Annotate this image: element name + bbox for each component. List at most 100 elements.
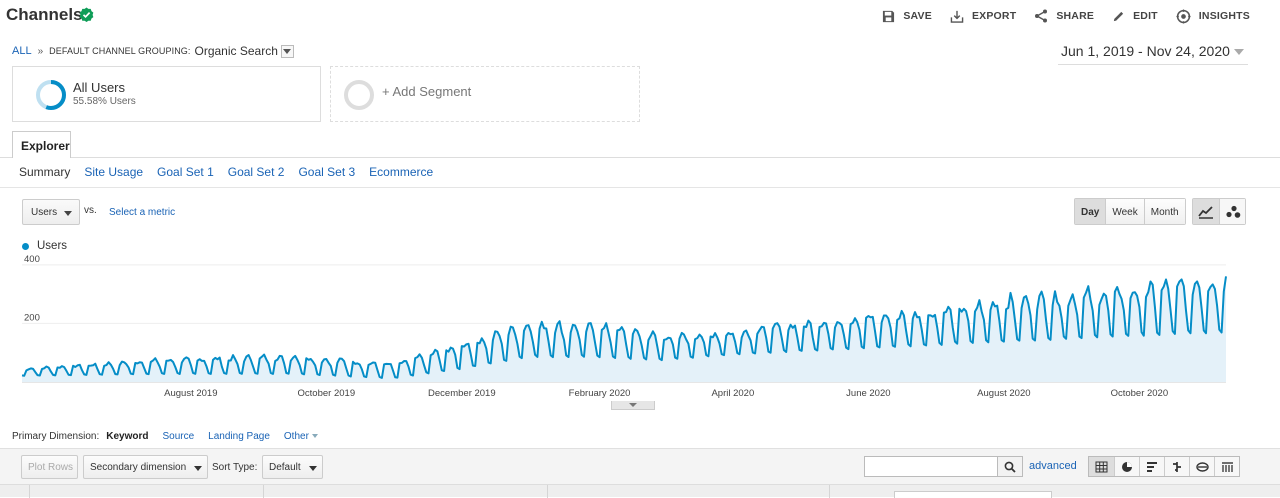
primary-dimension-bar: Primary Dimension: Keyword Source Landin…	[12, 431, 332, 442]
empty-segment-ring-icon	[344, 80, 374, 110]
legend-users-dot	[22, 242, 29, 250]
chevron-down-icon	[311, 434, 318, 439]
x-tick-label: October 2020	[1111, 388, 1169, 399]
sort-type-value: Default	[269, 462, 301, 473]
x-tick-label: February 2020	[569, 388, 631, 399]
comparison-view-button[interactable]	[1164, 457, 1189, 476]
column-divider	[29, 485, 30, 498]
tab-divider	[0, 157, 1280, 158]
share-icon	[1035, 9, 1048, 23]
pie-chart-icon	[1122, 461, 1132, 472]
x-tick-label: June 2020	[846, 388, 890, 399]
granularity-month-button[interactable]: Month	[1143, 199, 1185, 224]
users-over-time-chart: 200 400 August 2019 October 2019 December 2…	[21, 255, 1227, 399]
explorer-subtabs: Summary Site Usage Goal Set 1 Goal Set 2…	[19, 165, 447, 179]
primary-dimension-label: Primary Dimension:	[12, 431, 100, 442]
grid-table-icon	[1095, 461, 1108, 472]
share-label: SHARE	[1056, 10, 1095, 22]
comparison-icon	[1173, 461, 1181, 472]
term-cloud-icon	[1195, 461, 1209, 472]
secondary-dimension-dropdown[interactable]: Secondary dimension	[83, 455, 208, 479]
insights-button[interactable]: INSIGHTS	[1176, 8, 1250, 24]
granularity-week-button[interactable]: Week	[1105, 199, 1144, 224]
x-tick-label: April 2020	[711, 388, 754, 399]
top-bar: Channels SAVE EXPORT SHARE EDIT INSIGHTS	[0, 0, 1280, 32]
save-label: SAVE	[903, 10, 932, 22]
percentage-view-button[interactable]	[1114, 457, 1139, 476]
report-actions: SAVE EXPORT SHARE EDIT INSIGHTS	[864, 7, 1250, 25]
chevron-down-icon	[309, 466, 317, 471]
sort-type-label: Sort Type:	[212, 462, 258, 473]
subtab-goal-set-2[interactable]: Goal Set 2	[228, 165, 285, 179]
insights-icon	[1176, 8, 1191, 24]
x-tick-label: August 2020	[977, 388, 1030, 399]
add-segment-button[interactable]: + Add Segment	[330, 66, 640, 122]
pivot-view-button[interactable]	[1214, 457, 1239, 476]
dimension-keyword[interactable]: Keyword	[106, 431, 148, 442]
add-segment-label: + Add Segment	[382, 84, 472, 99]
subtab-ecommerce[interactable]: Ecommerce	[369, 165, 433, 179]
page-title: Channels	[6, 5, 83, 24]
granularity-day-button[interactable]: Day	[1075, 199, 1106, 224]
segment-all-users[interactable]: All Users 55.58% Users	[12, 66, 321, 122]
bubble-chart-icon	[1225, 205, 1240, 218]
line-chart-button[interactable]	[1193, 199, 1219, 224]
term-cloud-button[interactable]	[1189, 457, 1214, 476]
subtab-divider	[0, 187, 1280, 188]
performance-view-button[interactable]	[1139, 457, 1164, 476]
line-chart-icon	[1198, 205, 1213, 219]
verified-check-icon	[79, 7, 94, 22]
breadcrumb-all-link[interactable]: ALL	[12, 45, 32, 57]
data-view-button[interactable]	[1089, 457, 1114, 476]
table-toolbar: Plot Rows Secondary dimension Sort Type:…	[0, 448, 1280, 484]
export-button[interactable]: EXPORT	[950, 10, 1016, 23]
share-button[interactable]: SHARE	[1034, 9, 1094, 23]
x-tick-label: August 2019	[164, 388, 217, 399]
segment-ring-icon	[36, 80, 66, 110]
y-tick-label: 200	[24, 312, 40, 323]
breadcrumb-dropdown-icon[interactable]	[280, 44, 294, 58]
advanced-filter-link[interactable]: advanced	[1029, 460, 1077, 472]
breadcrumb: ALL » DEFAULT CHANNEL GROUPING: Organic …	[12, 44, 294, 58]
motion-chart-button[interactable]	[1219, 199, 1245, 224]
save-button[interactable]: SAVE	[882, 10, 932, 23]
export-icon	[950, 10, 964, 23]
sort-type-dropdown[interactable]: Default	[262, 455, 323, 479]
chart-legend: Users	[22, 240, 67, 252]
table-header	[0, 484, 1280, 498]
date-range-picker[interactable]: Jun 1, 2019 - Nov 24, 2020	[1058, 43, 1248, 65]
edit-icon	[1113, 11, 1124, 21]
table-search-button[interactable]	[997, 456, 1023, 477]
save-icon	[883, 10, 895, 22]
column-divider	[263, 485, 264, 498]
table-view-toggle	[1088, 456, 1240, 477]
edit-button[interactable]: EDIT	[1112, 10, 1158, 23]
table-search-input[interactable]	[864, 456, 998, 477]
pivot-table-icon	[1221, 461, 1233, 472]
subtab-goal-set-3[interactable]: Goal Set 3	[298, 165, 355, 179]
plot-rows-button[interactable]: Plot Rows	[21, 455, 78, 479]
tab-explorer[interactable]: Explorer	[12, 131, 71, 158]
collapse-chart-handle[interactable]	[611, 401, 655, 410]
y-tick-label: 400	[24, 255, 40, 265]
dimension-landing-page[interactable]: Landing Page	[208, 431, 270, 442]
metric-dropdown-value: Users	[31, 207, 58, 218]
search-icon	[1004, 461, 1016, 473]
metric-dropdown[interactable]: Users	[22, 199, 80, 225]
dimension-source[interactable]: Source	[162, 431, 194, 442]
dimension-other[interactable]: Other	[284, 431, 318, 442]
subtab-summary[interactable]: Summary	[19, 165, 70, 179]
dimension-other-label: Other	[283, 431, 309, 442]
breadcrumb-dimension: DEFAULT CHANNEL GROUPING:	[49, 46, 191, 56]
subtab-goal-set-1[interactable]: Goal Set 1	[157, 165, 214, 179]
x-tick-label: December 2019	[428, 388, 496, 399]
segment-name: All Users	[73, 80, 126, 95]
column-divider	[829, 485, 830, 498]
chevron-down-icon	[64, 211, 72, 216]
vs-label: vs.	[84, 205, 97, 216]
breadcrumb-separator: »	[37, 45, 44, 57]
select-metric-link[interactable]: Select a metric	[109, 207, 175, 218]
bar-list-icon	[1147, 461, 1157, 472]
legend-users-label: Users	[37, 240, 68, 252]
subtab-site-usage[interactable]: Site Usage	[84, 165, 143, 179]
